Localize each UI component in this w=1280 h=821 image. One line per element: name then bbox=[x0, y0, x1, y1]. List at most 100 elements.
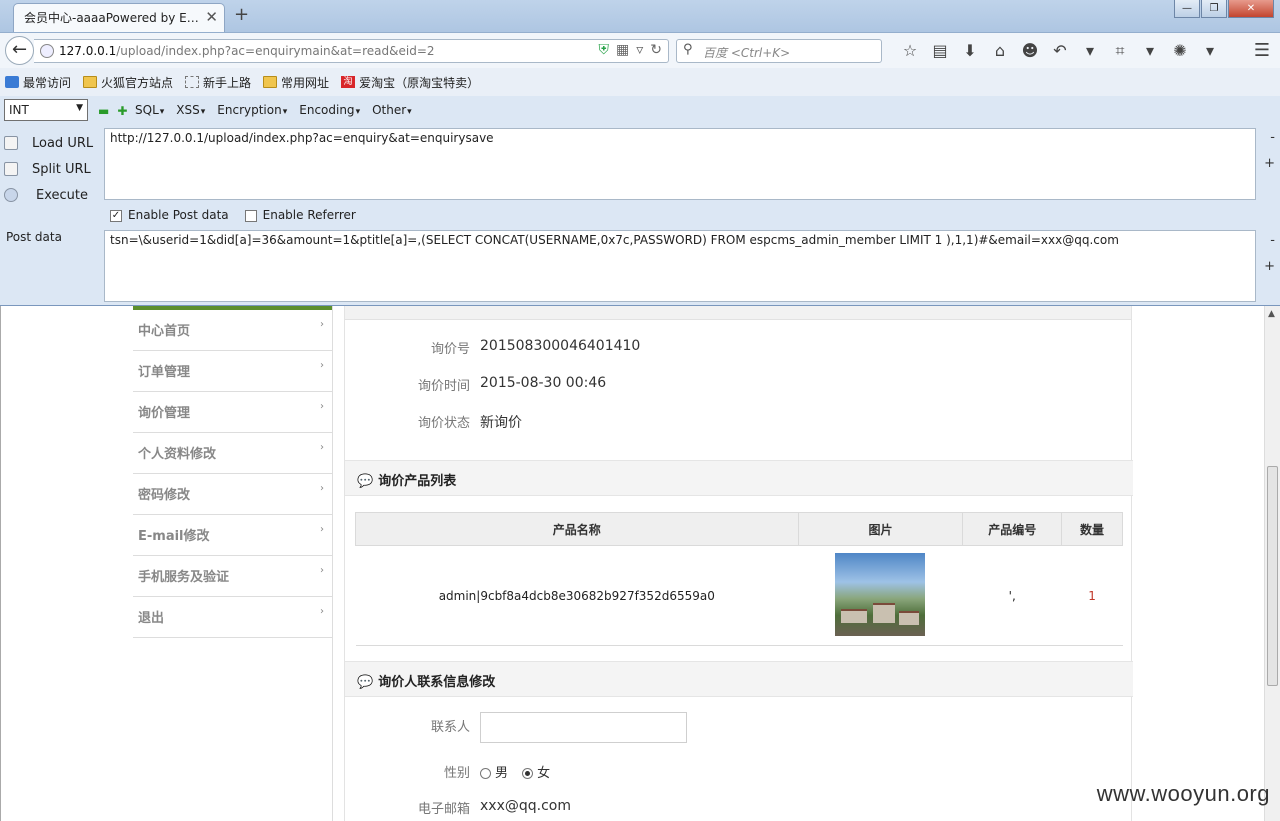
bookmark-common-sites[interactable]: 常用网址 bbox=[263, 74, 329, 91]
chevron-right-icon: › bbox=[320, 401, 324, 412]
back-button[interactable]: ← bbox=[5, 36, 34, 65]
sidebar-item-logout[interactable]: 退出 › bbox=[133, 597, 332, 638]
hackbar-panel: INT ▼ ▬ ✚ SQL XSS Encryption Encoding Ot… bbox=[0, 96, 1280, 306]
extension-dropdown-icon[interactable]: ▾ bbox=[1195, 40, 1225, 62]
home-icon[interactable]: ⌂ bbox=[985, 40, 1015, 62]
chevron-right-icon: › bbox=[320, 565, 324, 576]
post-data-label: Post data bbox=[6, 230, 62, 244]
dropdown-arrow-icon[interactable]: ▿ bbox=[636, 42, 643, 58]
bookmark-taobao[interactable]: 淘爱淘宝（原淘宝特卖） bbox=[341, 74, 479, 91]
sidebar-item-email[interactable]: E-mail修改 › bbox=[133, 515, 332, 556]
split-url-button[interactable]: Split URL bbox=[4, 156, 93, 182]
building-shape bbox=[841, 608, 868, 623]
chevron-right-icon: › bbox=[320, 360, 324, 371]
chat-icon[interactable]: ☻ bbox=[1015, 40, 1045, 62]
dashed-folder-icon bbox=[185, 76, 200, 88]
column-header: 产品编号 bbox=[962, 512, 1063, 546]
table-row: admin|9cbf8a4dcb8e30682b927f352d6559a0 '… bbox=[355, 545, 1123, 646]
post-shrink-button[interactable]: - bbox=[1270, 233, 1275, 248]
enable-referrer-checkbox[interactable]: Enable Referrer bbox=[244, 208, 356, 222]
undo-dropdown-icon[interactable]: ▾ bbox=[1075, 40, 1105, 62]
menu-encryption[interactable]: Encryption bbox=[217, 103, 287, 117]
bookmark-most-visited[interactable]: 最常访问 bbox=[5, 74, 71, 91]
building-shape bbox=[899, 610, 920, 625]
contact-name-input[interactable] bbox=[480, 712, 687, 743]
gender-female-label: 女 bbox=[537, 766, 551, 781]
contact-section-header: 💬 询价人联系信息修改 bbox=[345, 661, 1133, 697]
taobao-icon: 淘 bbox=[341, 76, 356, 88]
qr-code-icon[interactable]: ▦ bbox=[616, 42, 629, 58]
type-select[interactable]: INT ▼ bbox=[4, 99, 88, 121]
products-table: 产品名称 图片 产品编号 数量 admin|9cbf8a4dcb8e30682b… bbox=[355, 512, 1123, 646]
sidebar-item-label: 订单管理 bbox=[138, 365, 191, 380]
product-thumbnail[interactable] bbox=[835, 552, 926, 636]
email-label: 电子邮箱 bbox=[417, 802, 470, 817]
hackbar-actions: Load URL Split URL Execute bbox=[4, 130, 93, 208]
reload-icon[interactable]: ↻ bbox=[650, 42, 662, 58]
crop-icon[interactable]: ⌗ bbox=[1105, 40, 1135, 62]
enable-post-checkbox[interactable]: ✓ Enable Post data bbox=[110, 208, 229, 222]
column-header: 图片 bbox=[797, 512, 964, 546]
close-window-button[interactable]: ✕ bbox=[1228, 0, 1274, 18]
menu-other[interactable]: Other bbox=[372, 103, 412, 117]
post-data-textarea[interactable]: tsn=\&userid=1&did[a]=36&amount=1&ptitle… bbox=[104, 230, 1256, 302]
toolbar-icons: ☆ ▤ ⬇ ⌂ ☻ ↶ ▾ ⌗ ▾ ✺ ▾ bbox=[895, 40, 1225, 62]
menu-encoding[interactable]: Encoding bbox=[299, 103, 360, 117]
sidebar-item-label: E-mail修改 bbox=[138, 529, 210, 544]
url-textarea[interactable]: http://127.0.0.1/upload/index.php?ac=enq… bbox=[104, 128, 1256, 200]
url-path: /upload/index.php?ac=enquirymain&at=read… bbox=[116, 44, 435, 58]
url-bar[interactable]: 127.0.0.1/upload/index.php?ac=enquirymai… bbox=[34, 39, 669, 63]
bookmark-label: 爱淘宝（原淘宝特卖） bbox=[359, 75, 480, 90]
bookmark-firefox-site[interactable]: 火狐官方站点 bbox=[83, 74, 173, 91]
new-tab-button[interactable]: + bbox=[234, 4, 249, 25]
tab-active[interactable]: 会员中心-aaaaPowered by E… ✕ bbox=[13, 3, 225, 32]
speech-bubble-icon: 💬 bbox=[357, 675, 374, 690]
load-url-icon bbox=[4, 136, 18, 150]
folder-icon bbox=[263, 76, 278, 88]
shield-icon[interactable]: ⛨ bbox=[599, 42, 610, 58]
sidebar-item-password[interactable]: 密码修改 › bbox=[133, 474, 332, 515]
scroll-up-icon[interactable]: ▲ bbox=[1268, 309, 1275, 319]
crop-dropdown-icon[interactable]: ▾ bbox=[1135, 40, 1165, 62]
scrollbar-thumb[interactable] bbox=[1267, 466, 1278, 686]
sidebar-item-enquiries[interactable]: 询价管理 › bbox=[133, 392, 332, 433]
gender-female-radio[interactable]: 女 bbox=[522, 766, 550, 781]
menu-xss[interactable]: XSS bbox=[176, 103, 205, 117]
minimize-button[interactable]: — bbox=[1174, 0, 1200, 18]
reading-list-icon[interactable]: ▤ bbox=[925, 40, 955, 62]
window-controls: — ❐ ✕ bbox=[1174, 0, 1274, 18]
decrement-icon[interactable]: ▬ bbox=[98, 104, 109, 118]
member-sidebar: 中心首页 › 订单管理 › 询价管理 › 个人资料修改 › 密码修改 › E-mail修改… bbox=[133, 306, 333, 821]
menu-sql[interactable]: SQL bbox=[135, 103, 164, 117]
search-bar[interactable]: ⚲ 百度 <Ctrl+K> bbox=[676, 39, 882, 63]
contact-name-label: 联系人 bbox=[430, 720, 470, 735]
gender-male-radio[interactable]: 男 bbox=[480, 766, 508, 781]
url-grow-button[interactable]: + bbox=[1264, 156, 1275, 171]
tab-strip: 会员中心-aaaaPowered by E… ✕ + — ❐ ✕ bbox=[0, 0, 1280, 32]
page-scrollbar[interactable]: ▲ bbox=[1264, 306, 1280, 821]
hamburger-menu-icon[interactable]: ☰ bbox=[1254, 40, 1270, 61]
increment-icon[interactable]: ✚ bbox=[117, 104, 127, 118]
sidebar-item-home[interactable]: 中心首页 › bbox=[133, 310, 332, 351]
load-url-button[interactable]: Load URL bbox=[4, 130, 93, 156]
url-text: 127.0.0.1/upload/index.php?ac=enquirymai… bbox=[59, 44, 435, 58]
undo-icon[interactable]: ↶ bbox=[1045, 40, 1075, 62]
bookmark-getting-started[interactable]: 新手上路 bbox=[185, 74, 251, 91]
post-grow-button[interactable]: + bbox=[1264, 259, 1275, 274]
extension-icon[interactable]: ✺ bbox=[1165, 40, 1195, 62]
hackbar-menus: SQL XSS Encryption Encoding Other bbox=[135, 103, 412, 117]
execute-button[interactable]: Execute bbox=[4, 182, 93, 208]
close-tab-icon[interactable]: ✕ bbox=[205, 8, 218, 26]
section-header-partial bbox=[345, 306, 1131, 320]
url-shrink-button[interactable]: - bbox=[1270, 130, 1275, 145]
products-section-header: 💬 询价产品列表 bbox=[345, 460, 1133, 496]
sidebar-item-orders[interactable]: 订单管理 › bbox=[133, 351, 332, 392]
maximize-button[interactable]: ❐ bbox=[1201, 0, 1227, 18]
download-icon[interactable]: ⬇ bbox=[955, 40, 985, 62]
sidebar-item-mobile[interactable]: 手机服务及验证 › bbox=[133, 556, 332, 597]
hackbar-options: ✓ Enable Post data Enable Referrer bbox=[110, 208, 356, 222]
load-url-label: Load URL bbox=[32, 135, 94, 151]
sidebar-item-profile[interactable]: 个人资料修改 › bbox=[133, 433, 332, 474]
enquiry-number-label: 询价号 bbox=[430, 342, 470, 357]
bookmark-star-icon[interactable]: ☆ bbox=[895, 40, 925, 62]
